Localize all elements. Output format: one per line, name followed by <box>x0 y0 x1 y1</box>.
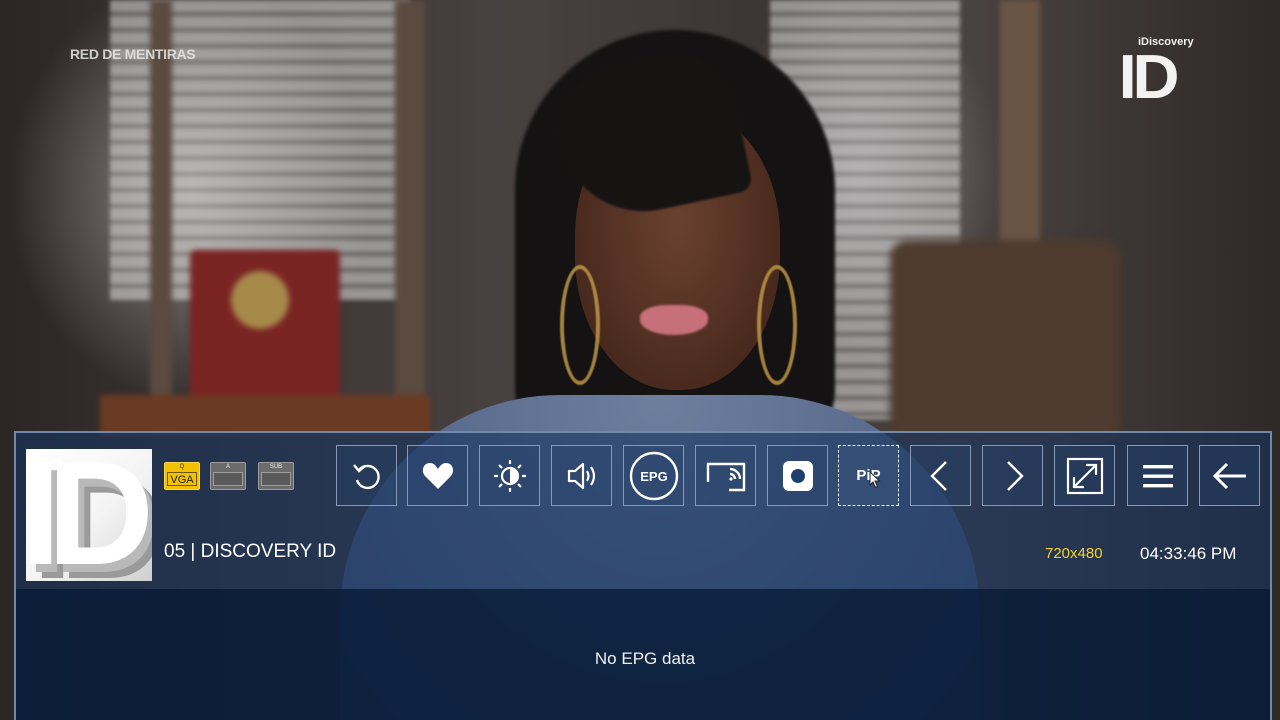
arrow-left-icon <box>1212 462 1246 489</box>
window-frame <box>150 0 172 430</box>
record-button[interactable] <box>767 445 828 506</box>
menu-button[interactable] <box>1127 445 1188 506</box>
resolution-indicator: 720x480 <box>1045 545 1103 562</box>
person-lips <box>640 305 708 335</box>
cast-button[interactable] <box>695 445 756 506</box>
person-earring <box>757 265 797 385</box>
pip-button[interactable]: PiP <box>838 445 899 506</box>
speaker-icon <box>567 462 595 489</box>
fullscreen-button[interactable] <box>1054 445 1115 506</box>
subtitle-track-badge-label <box>261 472 291 486</box>
window-frame <box>395 0 425 430</box>
background-desk <box>100 395 430 435</box>
epg-button[interactable]: EPG <box>623 445 684 506</box>
clock: 04:33:46 PM <box>1140 544 1237 563</box>
expand-icon <box>1066 457 1103 494</box>
channel-logo: ID <box>26 449 152 581</box>
previous-channel-button[interactable] <box>910 445 971 506</box>
mouse-cursor-icon <box>869 471 881 489</box>
broadcaster-logo: iDiscovery ID <box>1118 36 1220 112</box>
chevron-left-icon <box>929 460 947 491</box>
epg-icon: EPG <box>629 451 678 500</box>
audio-track-badge[interactable]: A <box>210 462 246 490</box>
background-shelf-item <box>190 250 340 410</box>
volume-button[interactable] <box>551 445 612 506</box>
audio-track-badge-label <box>213 472 243 486</box>
video-quality-badge[interactable]: Q VGA <box>164 462 200 490</box>
chevron-right-icon <box>1006 460 1024 491</box>
player-control-panel: ID Q VGA A SUB EPG PiP 05 | DISCOVERY ID… <box>14 431 1272 720</box>
next-channel-button[interactable] <box>982 445 1043 506</box>
back-button[interactable] <box>1199 445 1260 506</box>
epg-empty-message: No EPG data <box>594 649 696 668</box>
replay-button[interactable] <box>336 445 397 506</box>
subtitle-track-badge[interactable]: SUB <box>258 462 294 490</box>
svg-text:EPG: EPG <box>640 469 667 484</box>
hamburger-icon <box>1142 464 1173 487</box>
broadcaster-logo-big: ID <box>1118 43 1180 112</box>
audio-track-badge-top: A <box>225 464 230 470</box>
brightness-button[interactable] <box>479 445 540 506</box>
channel-logo-text: ID <box>26 449 152 581</box>
person-earring <box>560 265 600 385</box>
background-chair <box>890 240 1120 440</box>
favorite-button[interactable] <box>407 445 468 506</box>
video-quality-badge-top: Q <box>179 464 185 470</box>
heart-icon <box>422 462 453 489</box>
channel-title: 05 | DISCOVERY ID <box>164 541 337 562</box>
brightness-icon <box>493 459 526 492</box>
cast-icon <box>706 462 745 491</box>
osd-program-title: RED DE MENTIRAS <box>70 46 196 62</box>
record-icon <box>782 460 813 491</box>
subtitle-track-badge-top: SUB <box>269 464 283 470</box>
video-quality-badge-label: VGA <box>167 472 197 486</box>
replay-icon <box>352 463 380 489</box>
